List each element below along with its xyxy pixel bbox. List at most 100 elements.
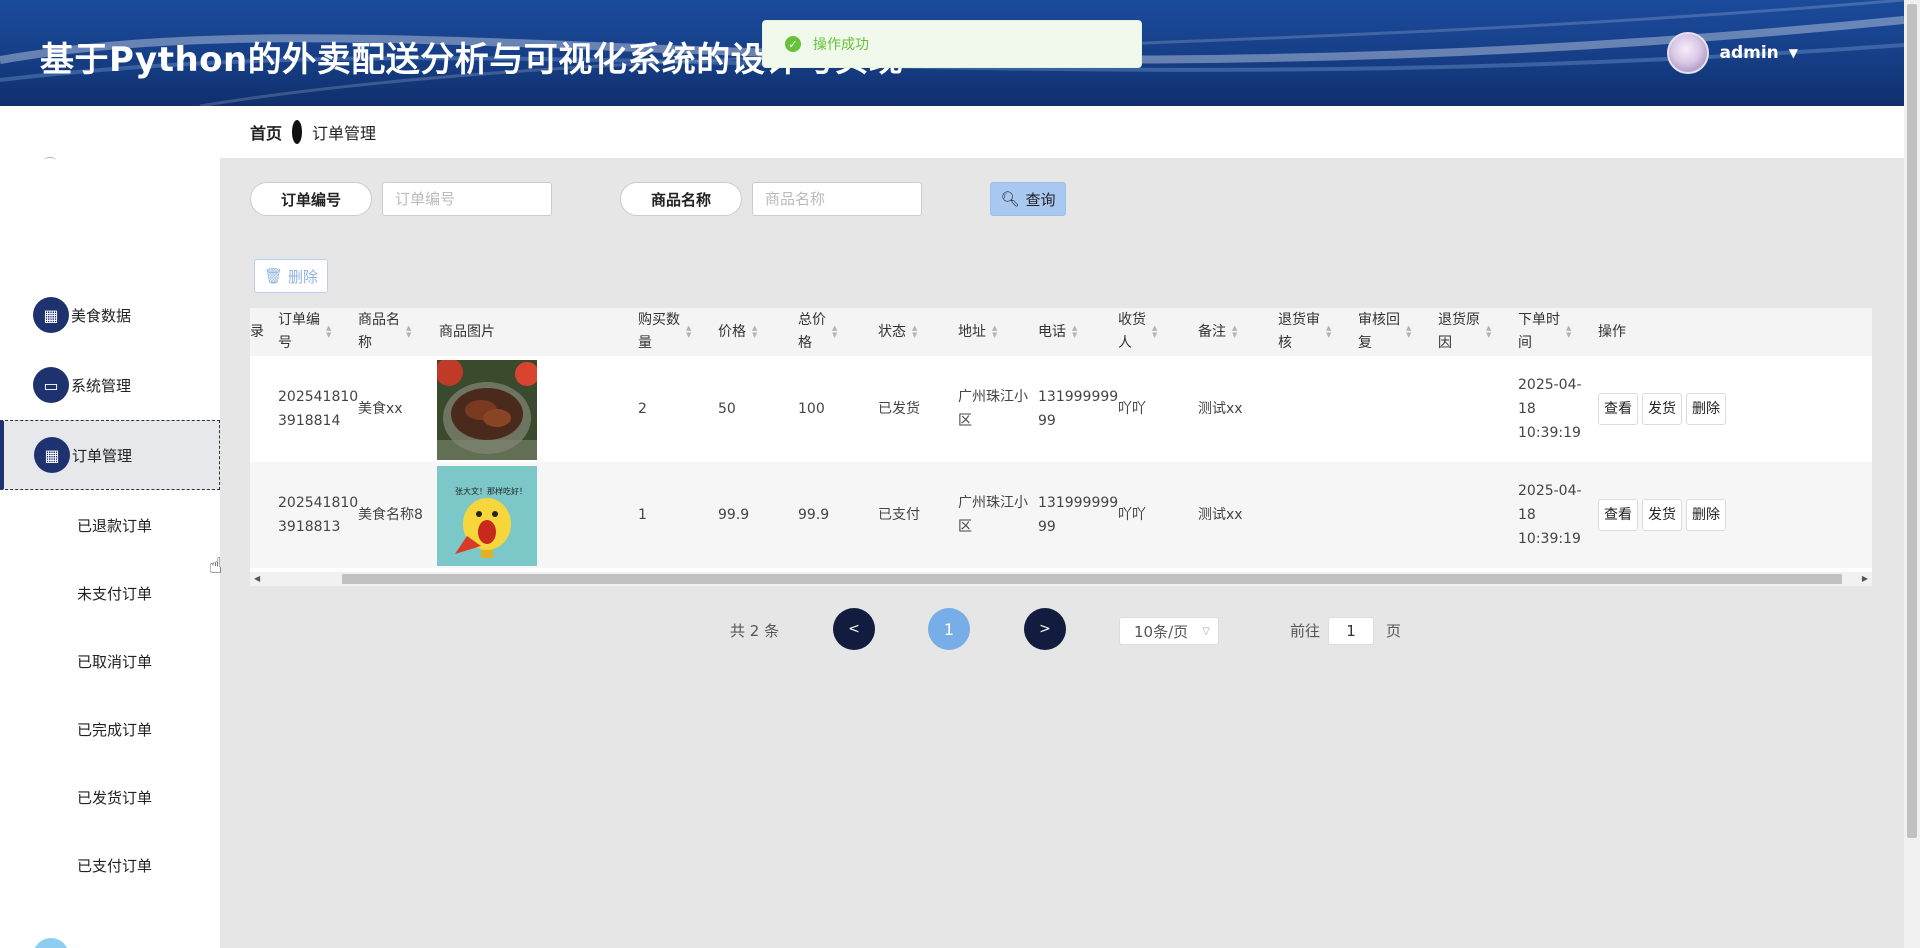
cell-goods-name: 美食xx [358, 401, 403, 417]
sort-caret-icon[interactable]: ▲ ▼ [686, 325, 691, 339]
ship-button[interactable]: 发货 [1642, 499, 1682, 531]
sort-caret-icon[interactable]: ▲ ▼ [752, 325, 757, 339]
sidebar-item-mine[interactable]: ▤ 我的 [0, 921, 220, 948]
user-menu[interactable]: admin ▼ [1667, 32, 1798, 74]
column-header-total-price[interactable]: 总价 格 ▲ ▼ [798, 308, 876, 356]
breadcrumb: 首页 订单管理 [220, 106, 1904, 158]
column-header-receiver[interactable]: 收货 人 ▲ ▼ [1118, 308, 1196, 356]
next-page-button[interactable]: > [1024, 608, 1066, 650]
scrollbar-thumb[interactable] [1907, 4, 1917, 838]
table-horizontal-scrollbar[interactable]: ◀ ▶ [250, 572, 1872, 586]
sort-caret-icon[interactable]: ▲ ▼ [1232, 325, 1237, 339]
search-icon: 🔍︎ [1000, 190, 1020, 208]
batch-delete-button[interactable]: 🗑︎ 删除 [254, 259, 328, 293]
cell-status: 已发货 [878, 401, 920, 417]
table-row[interactable]: 202541810 3918813 美食名称8 1 99.9 99.9 已支付 广州珠江小 … [250, 462, 1872, 568]
page-vertical-scrollbar[interactable] [1904, 0, 1920, 948]
cartoon-chick-image[interactable]: 张大文！那样吃好！ [437, 466, 537, 566]
delete-button[interactable]: 删除 [1686, 499, 1726, 531]
column-header-quantity[interactable]: 购买数 量 ▲ ▼ [638, 308, 716, 356]
column-header-order-time[interactable]: 下单时 间 ▲ ▼ [1518, 308, 1596, 356]
hand-cursor-icon: ☝ [209, 554, 223, 579]
sidebar-item-label: 系统管理 [71, 376, 132, 395]
cell-return-review [1278, 356, 1356, 462]
column-header-label: 商品名 称 [358, 312, 400, 351]
column-header-return-review[interactable]: 退货审 核 ▲ ▼ [1278, 308, 1356, 356]
column-header-order-no[interactable]: 订单编 号 ▲ ▼ [278, 308, 356, 356]
goto-prefix: 前往 [1290, 622, 1321, 640]
column-header-goods-name[interactable]: 商品名 称 ▲ ▼ [358, 308, 436, 356]
column-header-price[interactable]: 价格 ▲ ▼ [718, 308, 796, 356]
column-header-review-reply[interactable]: 审核回 复 ▲ ▼ [1358, 308, 1436, 356]
query-button[interactable]: 🔍︎ 查询 [990, 182, 1066, 216]
breadcrumb-home[interactable]: 首页 [250, 120, 282, 144]
cell-order-no: 202541810 3918813 [278, 495, 359, 535]
sort-caret-icon[interactable]: ▲ ▼ [1486, 325, 1491, 339]
sidebar-subitem-refunded[interactable]: 已退款订单 [0, 505, 220, 545]
cell-quantity: 2 [638, 401, 647, 417]
column-header-label: 总价 格 [798, 312, 826, 351]
sort-caret-icon[interactable]: ▲ ▼ [1406, 325, 1411, 339]
column-header-label: 地址 [958, 323, 986, 340]
column-header-label: 电话 [1038, 323, 1066, 340]
sidebar-subitem-unpaid[interactable]: 未支付订单 [0, 573, 220, 613]
goto-page-input[interactable] [1328, 617, 1374, 645]
view-button[interactable]: 查看 [1598, 499, 1638, 531]
sort-caret-icon[interactable]: ▲ ▼ [832, 325, 837, 339]
sort-caret-icon[interactable]: ▲ ▼ [992, 325, 997, 339]
cell-remark: 测试xx [1198, 507, 1243, 523]
sort-caret-icon[interactable]: ▲ ▼ [326, 325, 331, 339]
column-header-phone[interactable]: 电话 ▲ ▼ [1038, 308, 1116, 356]
scroll-right-icon[interactable]: ▶ [1862, 572, 1868, 586]
scroll-left-icon[interactable]: ◀ [254, 572, 260, 586]
column-header-label: 下单时 间 [1518, 312, 1560, 351]
cell-return-review [1278, 462, 1356, 568]
sidebar-subitem-paid[interactable]: 已支付订单 [0, 845, 220, 885]
column-header-remark[interactable]: 备注 ▲ ▼ [1198, 308, 1276, 356]
cell-actions: 查看 发货 删除 [1598, 462, 1748, 568]
ship-button[interactable]: 发货 [1642, 393, 1682, 425]
caret-down-icon: ▼ [1788, 46, 1798, 60]
view-button[interactable]: 查看 [1598, 393, 1638, 425]
success-toast: ✓ 操作成功 [762, 20, 1142, 68]
page-size-select[interactable]: 10条/页 ▽ [1119, 617, 1219, 645]
sidebar-item-food-data[interactable]: ▦ 美食数据 [0, 280, 220, 350]
table-row[interactable]: 202541810 3918814 美食xx 2 50 100 已发货 广州珠江小 区 131… [250, 356, 1872, 462]
column-header-status[interactable]: 状态 ▲ ▼ [878, 308, 956, 356]
cell-status: 已支付 [878, 507, 920, 523]
sort-caret-icon[interactable]: ▲ ▼ [1566, 325, 1571, 339]
order-no-input[interactable] [382, 182, 552, 216]
sidebar-subitem-shipped[interactable]: 已发货订单 [0, 777, 220, 817]
sort-caret-icon[interactable]: ▲ ▼ [406, 325, 411, 339]
sort-caret-icon[interactable]: ▲ ▼ [1152, 325, 1157, 339]
sort-caret-icon[interactable]: ▲ ▼ [1326, 325, 1331, 339]
user-avatar [1667, 32, 1710, 74]
column-header-label: 状态 [878, 323, 906, 340]
page-number-button[interactable]: 1 [928, 608, 970, 650]
chevron-down-icon: ▽ [1202, 625, 1210, 637]
sidebar-item-orders[interactable]: ▦ 订单管理 [0, 420, 220, 490]
column-header-label: 操作 [1598, 323, 1626, 340]
braised-pork-photo[interactable] [437, 360, 537, 460]
goods-name-input[interactable] [752, 182, 922, 216]
page-size-value: 10条/页 [1134, 622, 1189, 641]
column-header-address[interactable]: 地址 ▲ ▼ [958, 308, 1036, 356]
sidebar-subitem-completed[interactable]: 已完成订单 [0, 709, 220, 749]
cell-address: 广州珠江小 区 [958, 495, 1028, 535]
sidebar: ▦ 美食数据 ▭ 系统管理 ▦ 订单管理 已退款订单 未支付订单 已取消订单 已… [0, 106, 220, 948]
order-no-label: 订单编号 [250, 182, 372, 216]
column-header-return-reason[interactable]: 退货原 因 ▲ ▼ [1438, 308, 1516, 356]
prev-page-button[interactable]: < [833, 608, 875, 650]
sidebar-subitem-cancelled[interactable]: 已取消订单 [0, 641, 220, 681]
sort-caret-icon[interactable]: ▲ ▼ [1072, 325, 1077, 339]
column-header-label: 购买数 量 [638, 312, 680, 351]
cell-order-time: 2025-04-18 10:39:19 [1518, 483, 1582, 547]
image-caption: 张大文！那样吃好！ [455, 487, 527, 496]
sort-caret-icon[interactable]: ▲ ▼ [912, 325, 917, 339]
cell-price: 99.9 [718, 507, 750, 523]
scrollbar-thumb[interactable] [342, 574, 1842, 584]
cell-return-reason [1438, 356, 1516, 462]
sidebar-item-system[interactable]: ▭ 系统管理 [0, 350, 220, 420]
grid-icon: ▦ [33, 297, 69, 333]
delete-button[interactable]: 删除 [1686, 393, 1726, 425]
